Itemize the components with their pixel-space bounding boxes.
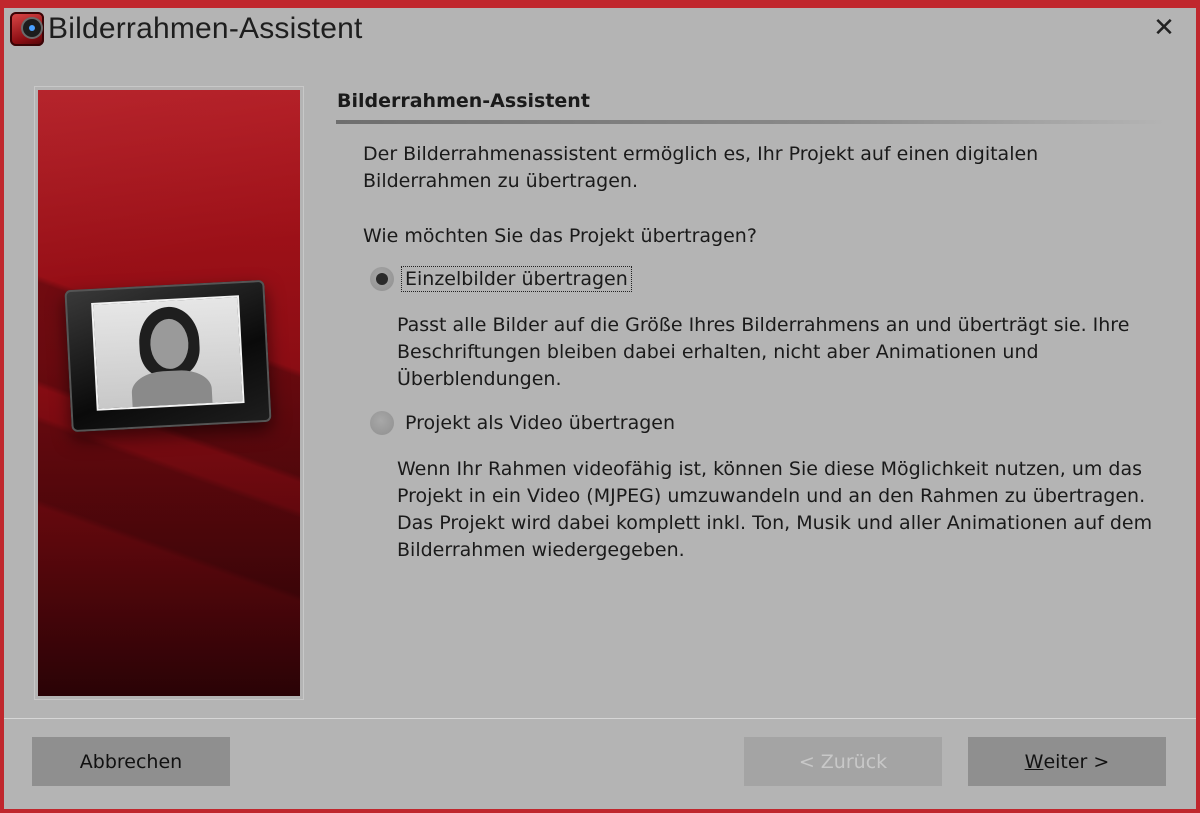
radio-button-checked[interactable]: [370, 267, 394, 291]
option-single-images[interactable]: Einzelbilder übertragen: [370, 266, 632, 292]
question-text: Wie möchten Sie das Projekt übertragen?: [363, 225, 757, 247]
portrait-photo: [91, 295, 245, 411]
window-title: Bilderrahmen-Assistent: [48, 12, 363, 45]
wizard-window: Bilderrahmen-Assistent ✕ Bilderrahmen-As…: [0, 0, 1200, 813]
option-description: Wenn Ihr Rahmen videofähig ist, können S…: [397, 458, 1153, 561]
back-button[interactable]: < Zurück: [744, 737, 942, 786]
cancel-button[interactable]: Abbrechen: [32, 737, 230, 786]
option-video[interactable]: Projekt als Video übertragen: [370, 411, 677, 435]
title-bar: Bilderrahmen-Assistent ✕: [4, 8, 1196, 56]
section-title: Bilderrahmen-Assistent: [337, 90, 590, 112]
intro-text: Der Bilderrahmenassistent ermöglich es, …: [363, 143, 1039, 192]
banner-image: [38, 90, 300, 696]
option-label[interactable]: Einzelbilder übertragen: [401, 266, 632, 292]
next-accelerator: W: [1024, 750, 1044, 773]
app-logo-icon: [10, 12, 44, 46]
section-divider: [336, 120, 1166, 124]
radio-button-unchecked[interactable]: [370, 411, 394, 435]
wizard-content: Bilderrahmen-Assistent Der Bilderrahmena…: [336, 86, 1176, 561]
next-button[interactable]: Weiter >: [968, 737, 1166, 786]
close-button[interactable]: ✕: [1150, 14, 1178, 42]
side-banner: [34, 86, 304, 700]
next-label: eiter >: [1043, 750, 1110, 773]
option-description: Passt alle Bilder auf die Größe Ihres Bi…: [397, 314, 1130, 390]
option-label[interactable]: Projekt als Video übertragen: [403, 412, 677, 434]
digital-frame-image: [64, 279, 272, 433]
footer-divider: [4, 718, 1196, 719]
